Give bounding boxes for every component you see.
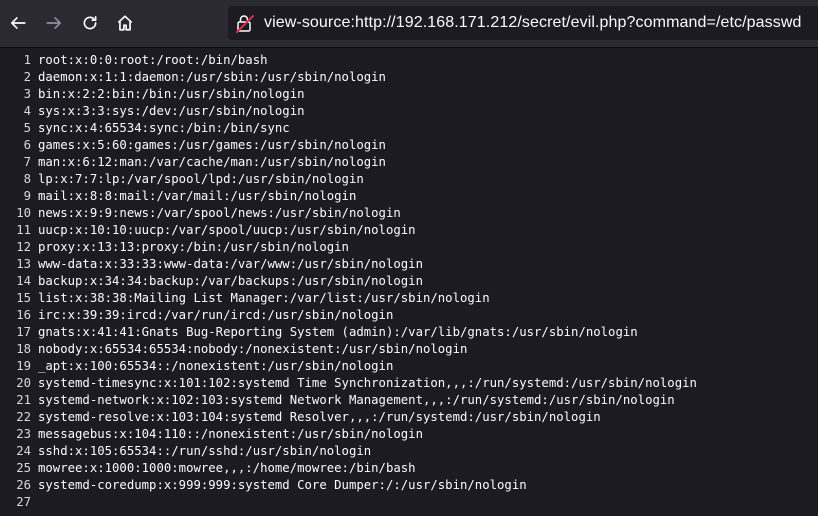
line-number: 16	[16, 308, 31, 322]
line-number: 6	[23, 138, 31, 152]
back-button[interactable]	[2, 7, 34, 39]
line-text: bin:x:2:2:bin:/bin:/usr/sbin/nologin	[38, 87, 305, 101]
source-line: 17 gnats:x:41:41:Gnats Bug-Reporting Syst…	[0, 324, 818, 341]
line-number: 12	[16, 240, 31, 254]
source-line: 6 games:x:5:60:games:/usr/games:/usr/sbin…	[0, 137, 818, 154]
reload-button[interactable]	[74, 7, 106, 39]
source-line: 21 systemd-network:x:102:103:systemd Netw…	[0, 392, 818, 409]
line-text: lp:x:7:7:lp:/var/spool/lpd:/usr/sbin/nol…	[38, 172, 364, 186]
line-number: 2	[23, 70, 31, 84]
line-text: systemd-coredump:x:999:999:systemd Core …	[38, 478, 527, 492]
line-number: 23	[16, 427, 31, 441]
insecure-lock-icon[interactable]	[234, 12, 256, 34]
source-line: 26 systemd-coredump:x:999:999:systemd Cor…	[0, 477, 818, 494]
source-line: 9 mail:x:8:8:mail:/var/mail:/usr/sbin/nol…	[0, 188, 818, 205]
source-line: 2 daemon:x:1:1:daemon:/usr/sbin:/usr/sbin…	[0, 69, 818, 86]
line-text: _apt:x:100:65534::/nonexistent:/usr/sbin…	[38, 359, 394, 373]
url-text[interactable]: view-source:http://192.168.171.212/secre…	[264, 14, 802, 32]
line-text: systemd-network:x:102:103:systemd Networ…	[38, 393, 675, 407]
line-number: 11	[16, 223, 31, 237]
line-number: 1	[23, 53, 31, 67]
line-number: 21	[16, 393, 31, 407]
source-line: 13 www-data:x:33:33:www-data:/var/www:/us…	[0, 256, 818, 273]
line-text: mail:x:8:8:mail:/var/mail:/usr/sbin/nolo…	[38, 189, 357, 203]
source-line: 24 sshd:x:105:65534::/run/sshd:/usr/sbin/…	[0, 443, 818, 460]
line-number: 25	[16, 461, 31, 475]
forward-arrow-icon	[45, 14, 63, 32]
back-arrow-icon	[9, 14, 27, 32]
source-line: 3 bin:x:2:2:bin:/bin:/usr/sbin/nologin	[0, 86, 818, 103]
line-number: 3	[23, 87, 31, 101]
line-number: 5	[23, 121, 31, 135]
line-number: 24	[16, 444, 31, 458]
line-number: 9	[23, 189, 31, 203]
line-text: daemon:x:1:1:daemon:/usr/sbin:/usr/sbin/…	[38, 70, 386, 84]
source-line: 7 man:x:6:12:man:/var/cache/man:/usr/sbin…	[0, 154, 818, 171]
home-icon	[116, 14, 134, 32]
source-line: 1 root:x:0:0:root:/root:/bin/bash	[0, 52, 818, 69]
source-line: 27	[0, 494, 818, 511]
source-line: 11 uucp:x:10:10:uucp:/var/spool/uucp:/usr…	[0, 222, 818, 239]
line-text: www-data:x:33:33:www-data:/var/www:/usr/…	[38, 257, 423, 271]
line-number: 15	[16, 291, 31, 305]
reload-icon	[81, 14, 99, 32]
source-line: 15 list:x:38:38:Mailing List Manager:/var…	[0, 290, 818, 307]
browser-toolbar: view-source:http://192.168.171.212/secre…	[0, 0, 818, 48]
source-line: 14 backup:x:34:34:backup:/var/backups:/us…	[0, 273, 818, 290]
source-line: 18 nobody:x:65534:65534:nobody:/nonexiste…	[0, 341, 818, 358]
source-line: 8 lp:x:7:7:lp:/var/spool/lpd:/usr/sbin/no…	[0, 171, 818, 188]
line-text: messagebus:x:104:110::/nonexistent:/usr/…	[38, 427, 423, 441]
line-text: mowree:x:1000:1000:mowree,,,:/home/mowre…	[38, 461, 416, 475]
line-number: 26	[16, 478, 31, 492]
line-number: 18	[16, 342, 31, 356]
line-text: systemd-resolve:x:103:104:systemd Resolv…	[38, 410, 601, 424]
line-text: backup:x:34:34:backup:/var/backups:/usr/…	[38, 274, 423, 288]
line-text: news:x:9:9:news:/var/spool/news:/usr/sbi…	[38, 206, 401, 220]
source-line: 22 systemd-resolve:x:103:104:systemd Reso…	[0, 409, 818, 426]
source-line: 16 irc:x:39:39:ircd:/var/run/ircd:/usr/sb…	[0, 307, 818, 324]
source-line: 19 _apt:x:100:65534::/nonexistent:/usr/sb…	[0, 358, 818, 375]
line-text: irc:x:39:39:ircd:/var/run/ircd:/usr/sbin…	[38, 308, 394, 322]
line-text: gnats:x:41:41:Gnats Bug-Reporting System…	[38, 325, 638, 339]
source-line: 12 proxy:x:13:13:proxy:/bin:/usr/sbin/nol…	[0, 239, 818, 256]
line-number: 8	[23, 172, 31, 186]
line-number: 10	[16, 206, 31, 220]
line-number: 17	[16, 325, 31, 339]
line-text: sync:x:4:65534:sync:/bin:/bin/sync	[38, 121, 290, 135]
source-line: 23 messagebus:x:104:110::/nonexistent:/us…	[0, 426, 818, 443]
line-text: sys:x:3:3:sys:/dev:/usr/sbin/nologin	[38, 104, 305, 118]
line-text: list:x:38:38:Mailing List Manager:/var/l…	[38, 291, 490, 305]
line-number: 7	[23, 155, 31, 169]
line-number: 4	[23, 104, 31, 118]
line-text: nobody:x:65534:65534:nobody:/nonexistent…	[38, 342, 468, 356]
source-line: 4 sys:x:3:3:sys:/dev:/usr/sbin/nologin	[0, 103, 818, 120]
line-number: 13	[16, 257, 31, 271]
line-text: systemd-timesync:x:101:102:systemd Time …	[38, 376, 697, 390]
line-number: 14	[16, 274, 31, 288]
source-line: 5 sync:x:4:65534:sync:/bin:/bin/sync	[0, 120, 818, 137]
source-line: 10 news:x:9:9:news:/var/spool/news:/usr/s…	[0, 205, 818, 222]
forward-button[interactable]	[38, 7, 70, 39]
line-number: 22	[16, 410, 31, 424]
line-number: 27	[16, 495, 31, 509]
line-text: man:x:6:12:man:/var/cache/man:/usr/sbin/…	[38, 155, 386, 169]
source-line: 25 mowree:x:1000:1000:mowree,,,:/home/mow…	[0, 460, 818, 477]
source-view: 1 root:x:0:0:root:/root:/bin/bash 2 daemon:…	[0, 52, 818, 511]
line-text: root:x:0:0:root:/root:/bin/bash	[38, 53, 268, 67]
line-text: games:x:5:60:games:/usr/games:/usr/sbin/…	[38, 138, 386, 152]
line-text: proxy:x:13:13:proxy:/bin:/usr/sbin/nolog…	[38, 240, 349, 254]
line-text: sshd:x:105:65534::/run/sshd:/usr/sbin/no…	[38, 444, 372, 458]
home-button[interactable]	[109, 7, 141, 39]
address-bar[interactable]: view-source:http://192.168.171.212/secre…	[228, 6, 818, 40]
line-number: 20	[16, 376, 31, 390]
line-text: uucp:x:10:10:uucp:/var/spool/uucp:/usr/s…	[38, 223, 416, 237]
source-line: 20 systemd-timesync:x:101:102:systemd Tim…	[0, 375, 818, 392]
line-number: 19	[16, 359, 31, 373]
